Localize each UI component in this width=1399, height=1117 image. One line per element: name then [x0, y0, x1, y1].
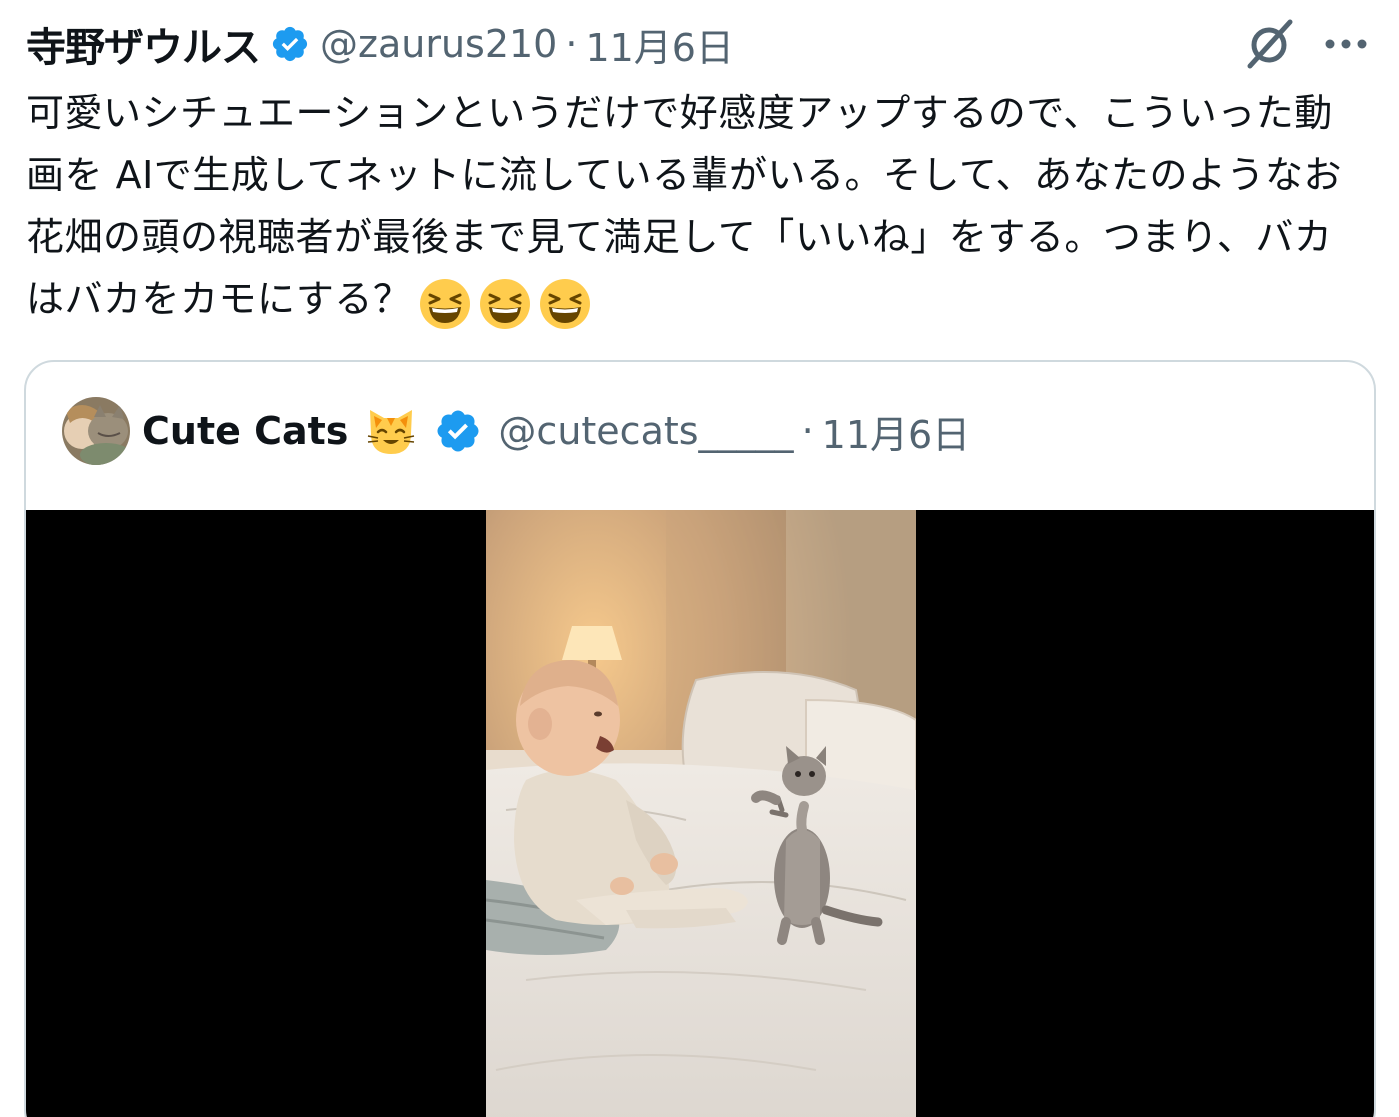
- verified-badge-icon: [437, 410, 479, 452]
- quoted-tweet-header: Cute Cats @cutecats_____ · 11月6日: [62, 396, 970, 466]
- emoji-group: [415, 271, 595, 333]
- quoted-author-handle[interactable]: @cutecats_____: [498, 409, 793, 453]
- tweet-body: 可愛いシチュエーションというだけで好感度アップするので、こういった動画を AIで…: [26, 82, 1346, 333]
- cat-face-emoji: [368, 410, 415, 454]
- quoted-author-display-name[interactable]: Cute Cats: [142, 409, 348, 453]
- author-display-name[interactable]: 寺野ザウルス: [26, 15, 261, 73]
- video-thumbnail[interactable]: [486, 510, 916, 1117]
- laughing-emoji: [480, 279, 531, 329]
- grok-icon[interactable]: [1240, 16, 1298, 74]
- separator-dot: ·: [801, 409, 814, 453]
- video-player[interactable]: [26, 510, 1374, 1117]
- tweet-header: 寺野ザウルス @zaurus210 · 11月6日: [26, 15, 734, 73]
- avatar[interactable]: [62, 397, 130, 465]
- verified-badge-icon: [272, 26, 308, 62]
- laughing-emoji: [540, 279, 591, 329]
- tweet-date[interactable]: 11月6日: [585, 17, 734, 72]
- quoted-tweet-card[interactable]: Cute Cats @cutecats_____ · 11月6日: [24, 360, 1376, 1117]
- tweet[interactable]: 寺野ザウルス @zaurus210 · 11月6日 可愛いシチュエーションという…: [0, 0, 1399, 1117]
- author-handle[interactable]: @zaurus210: [320, 22, 557, 66]
- separator-dot: ·: [565, 22, 578, 66]
- tweet-text: 可愛いシチュエーションというだけで好感度アップするので、こういった動画を AIで…: [26, 91, 1342, 321]
- more-options-icon[interactable]: [1322, 22, 1370, 66]
- quoted-tweet-date[interactable]: 11月6日: [822, 404, 971, 459]
- laughing-emoji: [420, 279, 471, 329]
